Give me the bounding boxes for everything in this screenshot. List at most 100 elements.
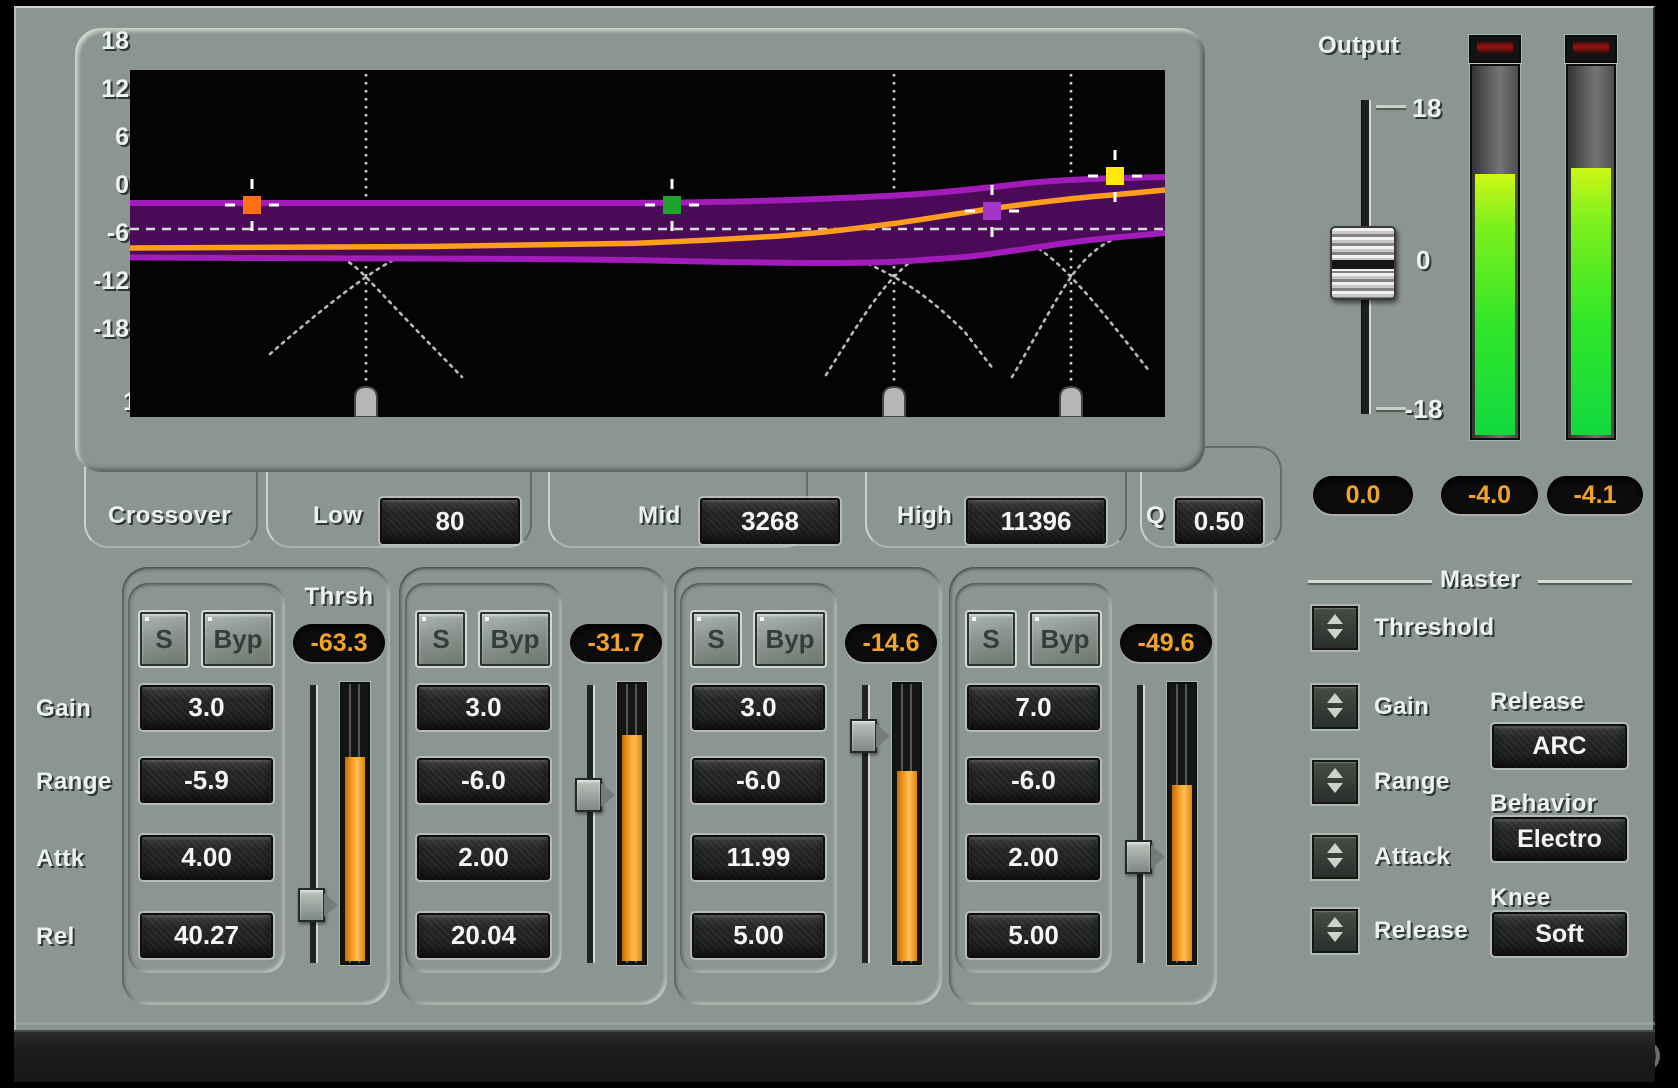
band2-threshold-slider[interactable] [587, 685, 595, 963]
low-label: Low [313, 502, 363, 530]
band3-meter [892, 682, 922, 965]
band4-threshold-slider[interactable] [1137, 685, 1145, 963]
output-meter-right [1566, 64, 1616, 440]
master-divider-right [1538, 580, 1632, 583]
band1-threshold-readout[interactable]: -63.3 [293, 624, 385, 662]
master-label: Master [1440, 566, 1520, 594]
band4-attack-field[interactable]: 2.00 [967, 835, 1100, 880]
band1-gain-field[interactable]: 3.0 [140, 685, 273, 730]
clip-led-left[interactable] [1469, 35, 1521, 63]
band1-panel: S Byp Thrsh -63.3 3.0 -5.9 4.00 40.27 [122, 567, 390, 1005]
band2-gain-field[interactable]: 3.0 [417, 685, 550, 730]
band1-threshold-handle[interactable] [298, 888, 325, 922]
meter-fill [1475, 174, 1515, 435]
y-tick: -18 [89, 315, 129, 344]
peak-readout-right[interactable]: -4.1 [1547, 476, 1643, 514]
band3-threshold-handle[interactable] [850, 719, 877, 753]
output-gain-readout[interactable]: 0.0 [1313, 476, 1413, 514]
arrow-up-icon [1327, 768, 1343, 778]
band1-thresh-label: Thrsh [294, 583, 384, 611]
band4-threshold-readout[interactable]: -49.6 [1120, 624, 1212, 662]
band4-meter [1167, 682, 1197, 965]
arrow-down-icon [1327, 783, 1343, 793]
arrow-up-icon [1327, 843, 1343, 853]
mid-crossover-field[interactable]: 3268 [700, 498, 840, 544]
master-gain-stepper[interactable] [1312, 685, 1358, 729]
output-fader-handle[interactable] [1330, 226, 1396, 300]
release-mode-button[interactable]: ARC [1492, 724, 1627, 768]
bottom-separator [14, 1022, 1655, 1025]
master-threshold-label: Threshold [1374, 614, 1495, 642]
attack-row-label: Attk [36, 845, 85, 873]
gain-row-label: Gain [36, 695, 91, 723]
y-tick: -6 [89, 219, 129, 248]
release-mode-label: Release [1490, 688, 1584, 716]
master-divider-left [1308, 580, 1432, 583]
y-tick: 18 [89, 27, 129, 56]
mid-crossover-handle[interactable] [883, 387, 905, 417]
band2-threshold-readout[interactable]: -31.7 [570, 624, 662, 662]
master-range-stepper[interactable] [1312, 760, 1358, 804]
range-row-label: Range [36, 768, 112, 796]
band4-gain-field[interactable]: 7.0 [967, 685, 1100, 730]
fader-scale-top: 18 [1412, 93, 1442, 124]
band4-range-field[interactable]: -6.0 [967, 758, 1100, 803]
behavior-button[interactable]: Electro [1492, 817, 1627, 861]
band4-solo-button[interactable]: S [967, 612, 1015, 666]
band3-range-field[interactable]: -6.0 [692, 758, 825, 803]
band2-threshold-handle[interactable] [575, 778, 602, 812]
fader-scale-bottom: -18 [1404, 394, 1443, 425]
peak-readout-left[interactable]: -4.0 [1441, 476, 1538, 514]
band2-attack-field[interactable]: 2.00 [417, 835, 550, 880]
band1-range-field[interactable]: -5.9 [140, 758, 273, 803]
high-crossover-handle[interactable] [1060, 387, 1082, 417]
band2-bypass-button[interactable]: Byp [480, 612, 550, 666]
band4-panel: S Byp -49.6 7.0 -6.0 2.00 5.00 [949, 567, 1217, 1005]
knee-button[interactable]: Soft [1492, 912, 1627, 956]
arrow-down-icon [1327, 932, 1343, 942]
band3-solo-button[interactable]: S [692, 612, 740, 666]
y-tick: 0 [89, 171, 129, 200]
band3-threshold-readout[interactable]: -14.6 [845, 624, 937, 662]
y-tick: 12 [89, 75, 129, 104]
band2-solo-button[interactable]: S [417, 612, 465, 666]
y-tick: 6 [89, 123, 129, 152]
band3-release-field[interactable]: 5.00 [692, 913, 825, 958]
band3-bypass-button[interactable]: Byp [755, 612, 825, 666]
fader-tick-top [1376, 105, 1406, 108]
band4-bypass-button[interactable]: Byp [1030, 612, 1100, 666]
low-crossover-handle[interactable] [355, 387, 377, 417]
band1-bypass-button[interactable]: Byp [203, 612, 273, 666]
band2-panel: S Byp -31.7 3.0 -6.0 2.00 20.04 [399, 567, 667, 1005]
fader-tick-bottom [1376, 407, 1406, 410]
band1-meter [340, 682, 370, 965]
output-label: Output [1318, 32, 1400, 60]
master-threshold-stepper[interactable] [1312, 606, 1358, 650]
output-meter-left [1470, 64, 1520, 440]
arrow-down-icon [1327, 858, 1343, 868]
master-attack-stepper[interactable] [1312, 835, 1358, 879]
master-release-stepper[interactable] [1312, 909, 1358, 953]
band1-release-field[interactable]: 40.27 [140, 913, 273, 958]
clip-led-right[interactable] [1565, 35, 1617, 63]
band3-gain-field[interactable]: 3.0 [692, 685, 825, 730]
meter-fill [1571, 168, 1611, 435]
band1-attack-field[interactable]: 4.00 [140, 835, 273, 880]
band4-threshold-handle[interactable] [1125, 840, 1152, 874]
q-field[interactable]: 0.50 [1175, 498, 1263, 544]
master-release-label: Release [1374, 917, 1468, 945]
arrow-up-icon [1327, 917, 1343, 927]
band4-release-field[interactable]: 5.00 [967, 913, 1100, 958]
low-crossover-field[interactable]: 80 [380, 498, 520, 544]
band1-solo-button[interactable]: S [140, 612, 188, 666]
arrow-down-icon [1327, 629, 1343, 639]
band3-attack-field[interactable]: 11.99 [692, 835, 825, 880]
high-crossover-field[interactable]: 11396 [966, 498, 1106, 544]
fader-scale-mid: 0 [1416, 245, 1431, 276]
q-label: Q [1146, 502, 1165, 530]
master-gain-label: Gain [1374, 693, 1429, 721]
band2-release-field[interactable]: 20.04 [417, 913, 550, 958]
bottom-bar [14, 1030, 1655, 1082]
high-label: High [897, 502, 952, 530]
band2-range-field[interactable]: -6.0 [417, 758, 550, 803]
